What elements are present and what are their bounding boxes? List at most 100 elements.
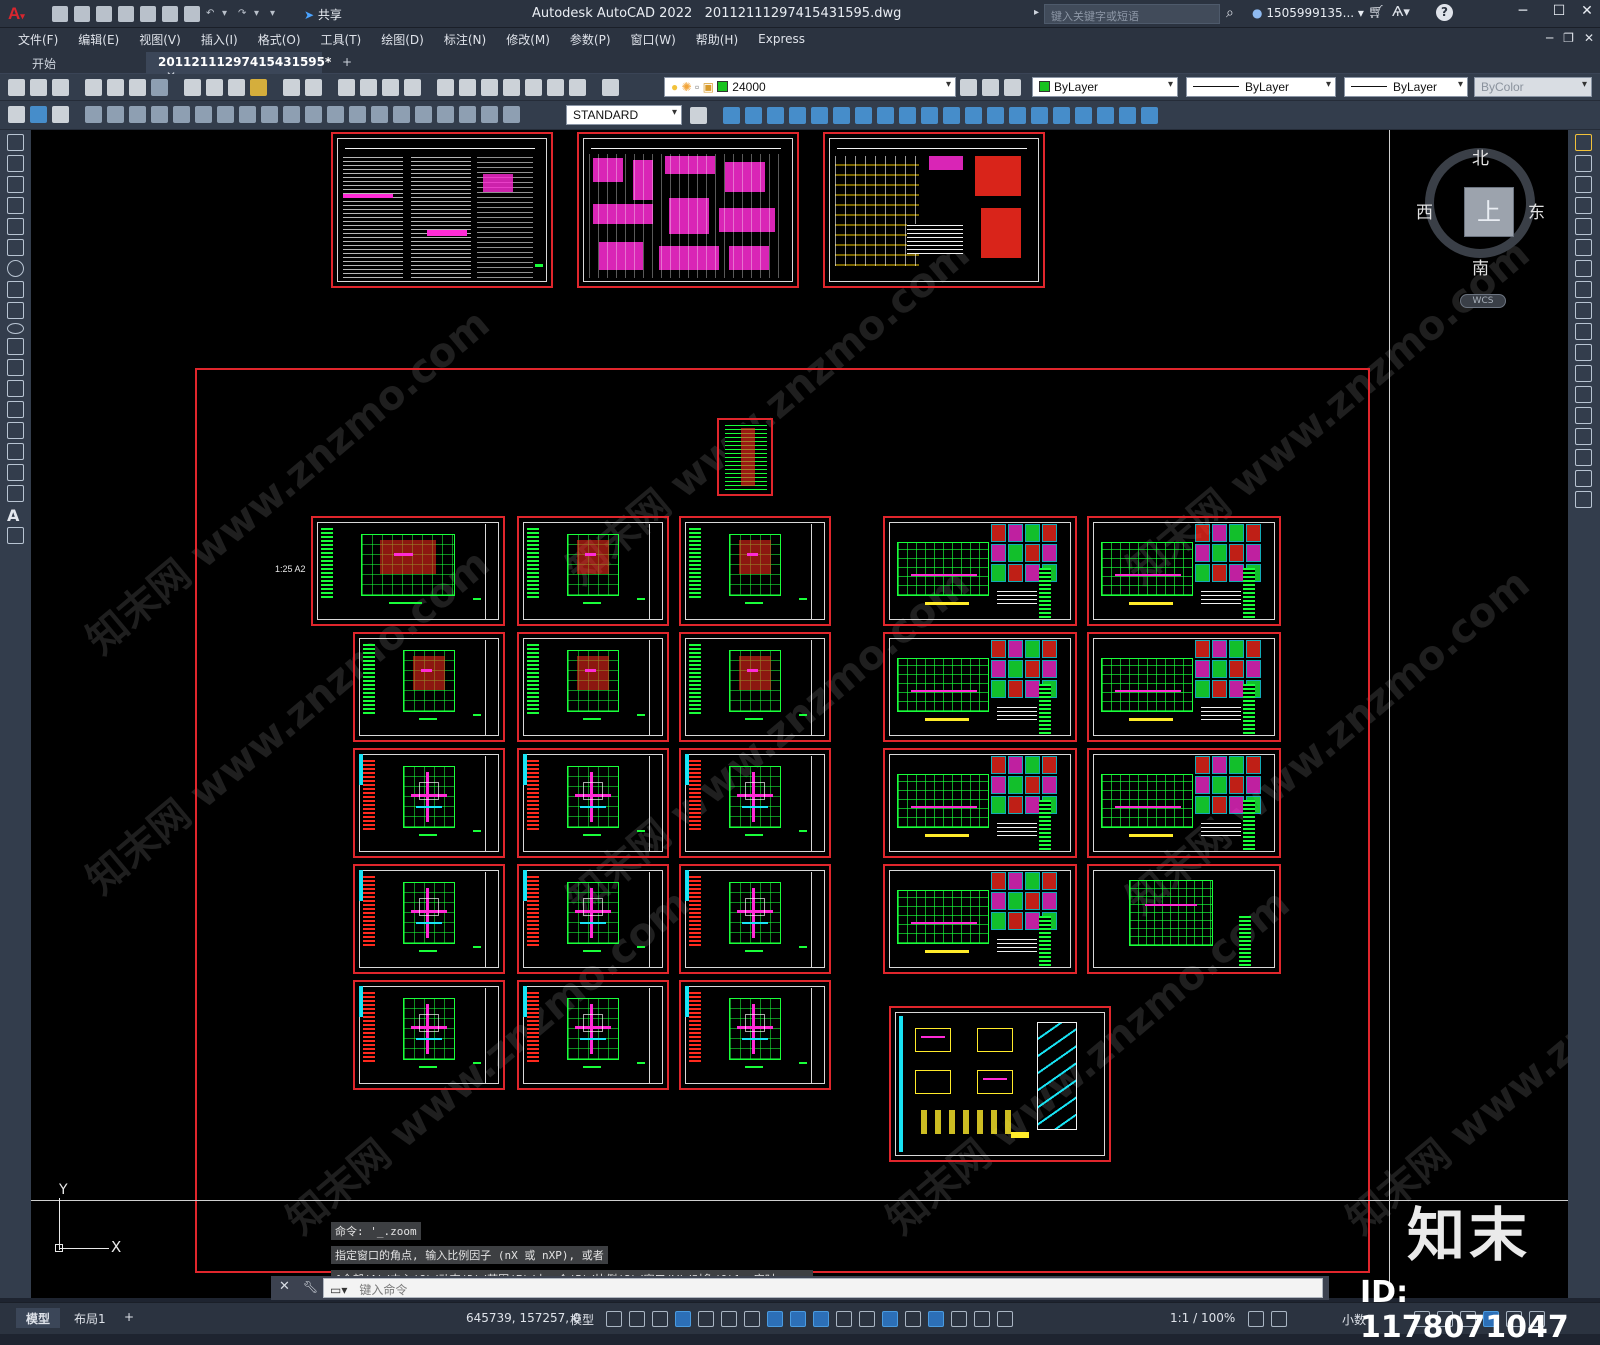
drawing-sheet[interactable]: [1087, 516, 1281, 626]
workspace-gear-icon[interactable]: [1248, 1311, 1264, 1327]
annotation-monitor-icon[interactable]: [1271, 1311, 1287, 1327]
polyline-icon[interactable]: [7, 176, 24, 193]
user-account[interactable]: ● 1505999135... ▾: [1252, 6, 1364, 20]
copy-object-icon[interactable]: [1575, 155, 1592, 172]
new-icon[interactable]: [8, 79, 25, 96]
jogged-dim-icon[interactable]: [195, 106, 212, 123]
command-input[interactable]: ▭▾ 键入命令: [323, 1278, 1323, 1298]
dim-edit-icon[interactable]: [459, 106, 476, 123]
lineweight-dropdown[interactable]: ByLayer ▾: [1344, 77, 1468, 97]
selection-filter-icon[interactable]: [905, 1311, 921, 1327]
auto-scale-icon[interactable]: [974, 1311, 990, 1327]
drawing-sheet-notes-3[interactable]: [823, 132, 1045, 288]
drawing-sheet[interactable]: [679, 516, 831, 626]
help-icon[interactable]: ?: [1436, 4, 1453, 21]
add-selected-icon[interactable]: [7, 527, 24, 544]
layer-state-icon[interactable]: [1004, 79, 1021, 96]
3d-dwf-icon[interactable]: [151, 79, 168, 96]
plotstyle-dropdown[interactable]: ByColor ▾: [1474, 77, 1592, 97]
ordinate-dim-icon[interactable]: [151, 106, 168, 123]
break-icon[interactable]: [1575, 386, 1592, 403]
customize-qat-icon[interactable]: ▾: [270, 9, 280, 19]
plot-preview-icon[interactable]: [107, 79, 124, 96]
chevron-down-icon[interactable]: ▾: [254, 9, 264, 19]
plot-icon[interactable]: [184, 6, 200, 22]
hatch-icon[interactable]: [7, 422, 24, 439]
new-tab-button[interactable]: +: [330, 52, 364, 74]
linear-dim-icon[interactable]: [85, 106, 102, 123]
torus-icon[interactable]: [833, 107, 850, 124]
move-icon[interactable]: [1575, 239, 1592, 256]
blend-curves-icon[interactable]: [1575, 470, 1592, 487]
menu-window[interactable]: 窗口(W): [621, 31, 686, 48]
menu-file[interactable]: 文件(F): [8, 31, 68, 48]
compass-south[interactable]: 南: [1472, 254, 1489, 279]
match-icon[interactable]: [52, 106, 69, 123]
layer-previous-icon[interactable]: [982, 79, 999, 96]
sphere-icon[interactable]: [789, 107, 806, 124]
drawing-sheet[interactable]: [311, 516, 505, 626]
cart-icon[interactable]: 🛒︎: [1368, 5, 1385, 20]
menu-insert[interactable]: 插入(I): [191, 31, 248, 48]
ruler-icon[interactable]: [8, 106, 25, 123]
redo-icon[interactable]: ↷: [238, 9, 248, 19]
model-space-toggle[interactable]: 模型: [570, 1311, 594, 1328]
stretch-icon[interactable]: [1575, 302, 1592, 319]
explode-icon[interactable]: [1575, 491, 1592, 508]
drawing-sheet[interactable]: [1087, 864, 1281, 974]
drawing-sheet[interactable]: [883, 748, 1077, 858]
help-icon[interactable]: [569, 79, 586, 96]
undo-icon[interactable]: [283, 79, 300, 96]
jogged-linear-icon[interactable]: [437, 106, 454, 123]
extrude-icon[interactable]: [899, 107, 916, 124]
drawing-sheet-index[interactable]: [717, 418, 773, 496]
drawing-sheet[interactable]: [517, 748, 669, 858]
minimize-button[interactable]: ─: [1512, 3, 1534, 23]
markup-icon[interactable]: [525, 79, 542, 96]
menu-edit[interactable]: 编辑(E): [68, 31, 129, 48]
annotation-visibility-icon[interactable]: [951, 1311, 967, 1327]
tab-drawing[interactable]: 20112111297415431595* ✕: [146, 52, 331, 83]
ortho-icon[interactable]: [675, 1311, 691, 1327]
wcs-menu[interactable]: WCS: [1460, 294, 1506, 308]
box-icon[interactable]: [723, 107, 740, 124]
match-properties-icon[interactable]: [250, 79, 267, 96]
angular-dim-icon[interactable]: [239, 106, 256, 123]
infer-constraints-icon[interactable]: [652, 1311, 668, 1327]
annotation-scale-icon[interactable]: [997, 1311, 1013, 1327]
arc-length-icon[interactable]: [129, 106, 146, 123]
doc-close-button[interactable]: ✕: [1584, 31, 1594, 45]
snap-icon[interactable]: [629, 1311, 645, 1327]
viewcube-top-face[interactable]: 上: [1464, 187, 1514, 237]
save-icon[interactable]: [52, 79, 69, 96]
subtract-icon[interactable]: [1031, 107, 1048, 124]
aligned-dim-icon[interactable]: [107, 106, 124, 123]
extend-icon[interactable]: [1575, 344, 1592, 361]
break-at-point-icon[interactable]: [1575, 365, 1592, 382]
drawing-sheet[interactable]: [517, 516, 669, 626]
zoom-previous-icon[interactable]: [404, 79, 421, 96]
menu-help[interactable]: 帮助(H): [686, 31, 748, 48]
drawing-sheet-notes-1[interactable]: [331, 132, 553, 288]
menu-view[interactable]: 视图(V): [129, 31, 191, 48]
transparency-icon[interactable]: [813, 1311, 829, 1327]
calculator-icon[interactable]: [547, 79, 564, 96]
revision-cloud-icon[interactable]: [7, 281, 24, 298]
dim-break-icon[interactable]: [349, 106, 366, 123]
doc-minimize-button[interactable]: ─: [1546, 31, 1553, 45]
make-current-layer-icon[interactable]: [960, 79, 977, 96]
open-icon[interactable]: [30, 79, 47, 96]
compass-north[interactable]: 北: [1472, 144, 1489, 169]
3d-osnap-icon[interactable]: [859, 1311, 875, 1327]
copy-icon[interactable]: [206, 79, 223, 96]
dim-update-icon[interactable]: [503, 106, 520, 123]
design-center-icon[interactable]: [459, 79, 476, 96]
pyramid-icon[interactable]: [855, 107, 872, 124]
rectangle-icon[interactable]: [7, 218, 24, 235]
table-icon[interactable]: [7, 485, 24, 502]
menu-parametric[interactable]: 参数(P): [560, 31, 621, 48]
dynamic-ucs-icon[interactable]: [882, 1311, 898, 1327]
drawing-sheet[interactable]: [353, 748, 505, 858]
properties-icon[interactable]: [437, 79, 454, 96]
object-snap-tracking-icon[interactable]: [744, 1311, 760, 1327]
